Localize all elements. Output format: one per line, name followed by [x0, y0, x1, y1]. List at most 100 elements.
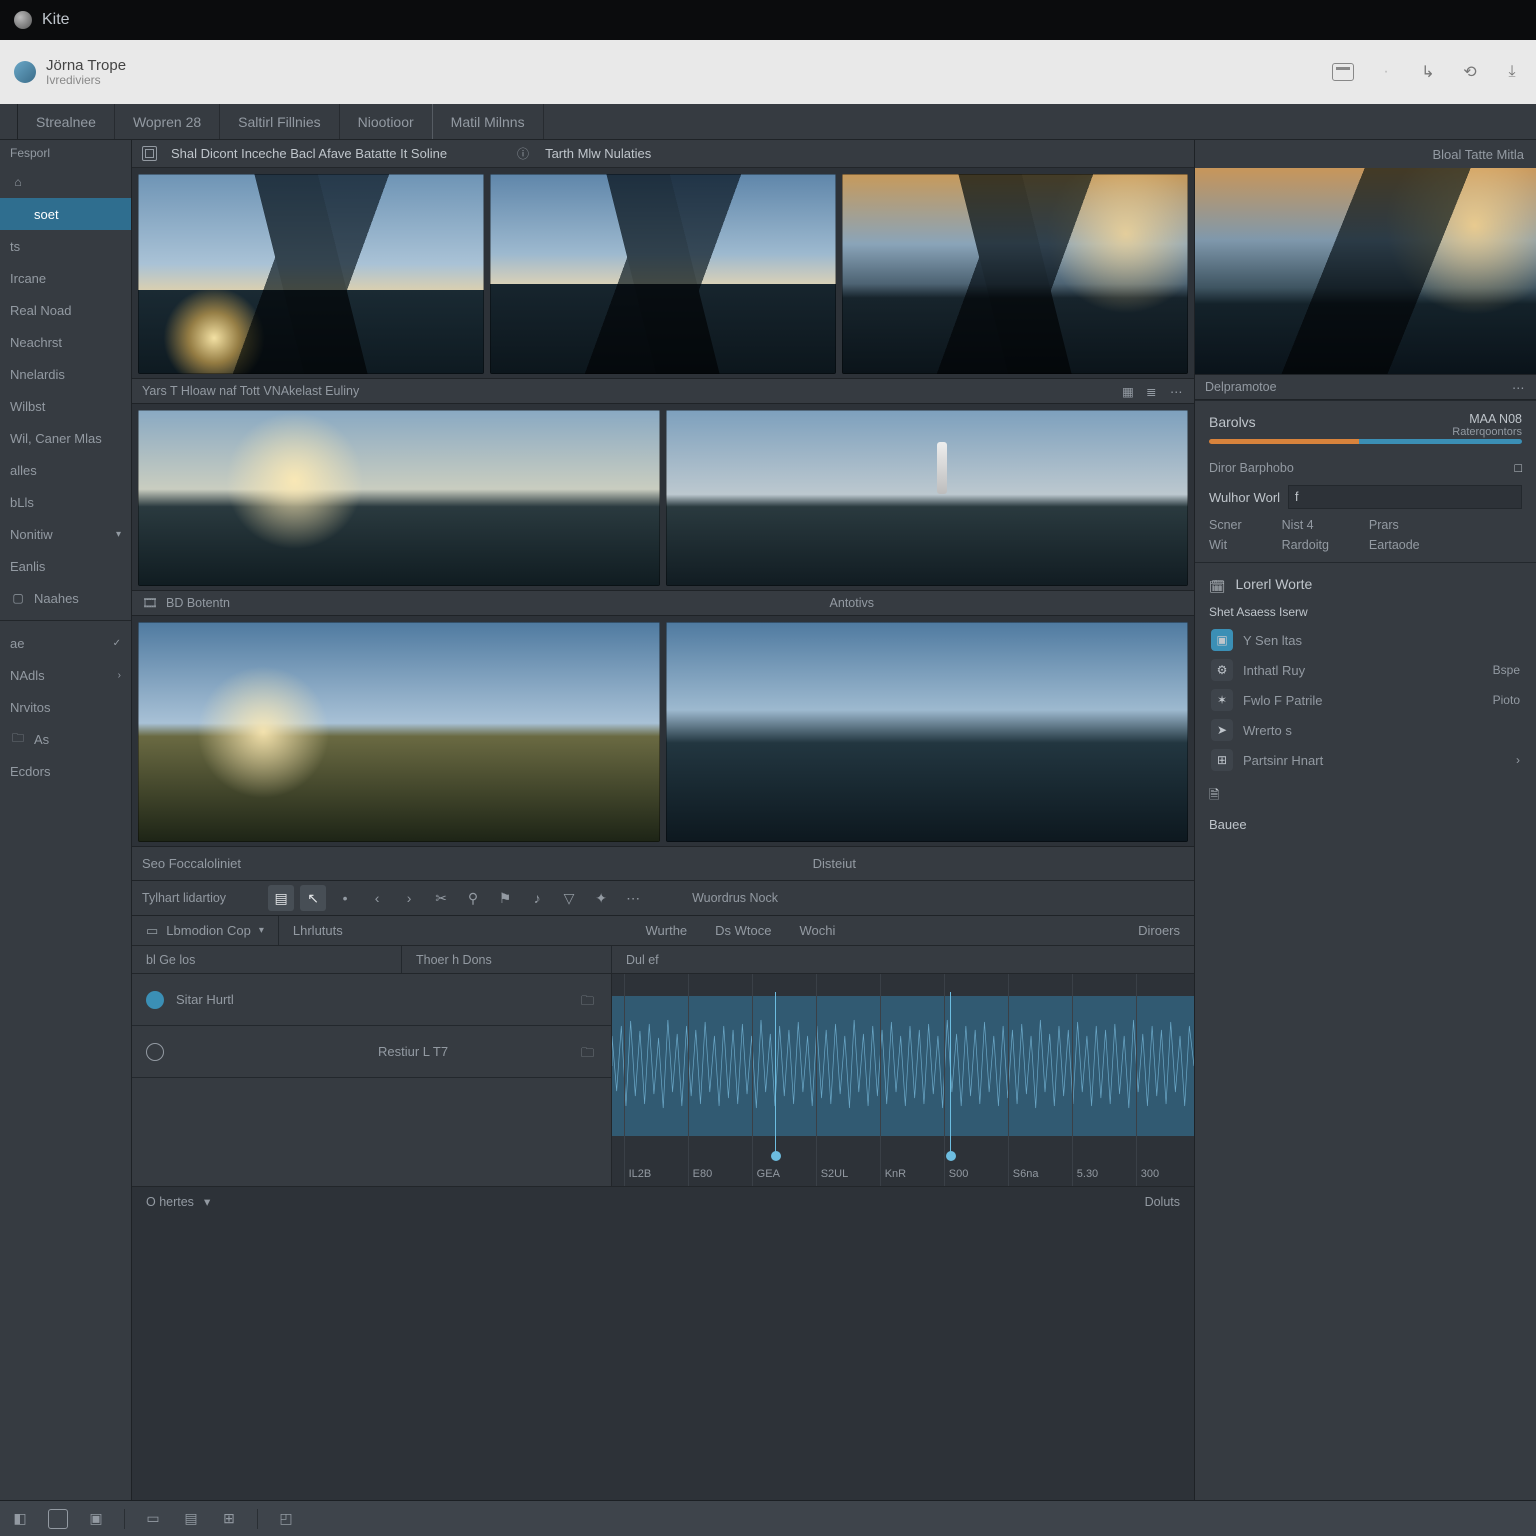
tool-cursor-icon[interactable]: ↖: [300, 885, 326, 911]
taskbar-app-icon[interactable]: ⊞: [219, 1509, 239, 1529]
menu-item[interactable]: Strealnee: [18, 104, 115, 139]
sidebar-item-label: Nnelardis: [10, 367, 65, 382]
sidebar-item-label: Naahes: [34, 591, 79, 606]
list-item[interactable]: ▣Y Sen ltas: [1209, 625, 1522, 655]
track-dot-icon: [146, 991, 164, 1009]
footer-label: O hertes: [146, 1195, 194, 1209]
menu-item[interactable]: Matil Milnns: [433, 104, 544, 139]
more-icon[interactable]: ⋯: [1512, 380, 1526, 394]
top-menu: Strealnee Wopren 28 Saltirl Fillnies Nio…: [0, 104, 1536, 140]
window-layout-icon[interactable]: [1332, 63, 1354, 81]
tool-fwd-icon[interactable]: ›: [396, 885, 422, 911]
sidebar-item[interactable]: Eanlis: [0, 550, 131, 582]
sidebar-item[interactable]: alles: [0, 454, 131, 486]
forward-icon[interactable]: ↳: [1418, 62, 1438, 82]
tool-marker-icon[interactable]: ⚑: [492, 885, 518, 911]
menu-item[interactable]: Niootioor: [340, 104, 433, 139]
tool-mic-icon[interactable]: •: [332, 885, 358, 911]
more-icon[interactable]: ⋯: [1170, 384, 1184, 398]
thumbnail[interactable]: [842, 174, 1188, 374]
track-row[interactable]: Sitar Hurtl 🗀: [132, 974, 611, 1026]
panel-tab[interactable]: Tarth Mlw Nulaties: [545, 146, 651, 161]
sidebar-item[interactable]: bLls: [0, 486, 131, 518]
reload-icon[interactable]: ⟲: [1460, 62, 1480, 82]
chevron-down-icon[interactable]: ▾: [204, 1194, 210, 1209]
tool-layers-icon[interactable]: ▤: [268, 885, 294, 911]
tick-label: E80: [693, 1168, 713, 1180]
sidebar-item[interactable]: ▢ Naahes: [0, 582, 131, 614]
timeline-body: Sitar Hurtl 🗀 Restiur L T7 🗀: [132, 974, 1194, 1186]
main-row: Fesporl ⌂ soet ts Ircane Real Noad Neach…: [0, 140, 1536, 1500]
tick-label: 5.30: [1077, 1168, 1098, 1180]
thumbnail[interactable]: [666, 410, 1188, 586]
sidebar-item-label: ts: [10, 239, 20, 254]
list-item[interactable]: ➤Wrerto s: [1209, 715, 1522, 745]
sidebar-item[interactable]: Wil, Caner Mlas: [0, 422, 131, 454]
sidebar-item[interactable]: Real Noad: [0, 294, 131, 326]
sidebar-item[interactable]: Nrvitos: [0, 691, 131, 723]
chevron-down-icon: ▾: [116, 529, 121, 540]
panel-header-1: Shal Dicont Inceche Bacl Afave Batatte I…: [132, 140, 1194, 168]
sidebar-item[interactable]: Ecdors: [0, 755, 131, 787]
sidebar-item-home[interactable]: ⌂: [0, 166, 131, 198]
list-item[interactable]: ⊞Partsinr Hnart›: [1209, 745, 1522, 775]
menu-item[interactable]: Wopren 28: [115, 104, 220, 139]
thumbnail[interactable]: [666, 622, 1188, 842]
timeline-tab[interactable]: Lhrlututs: [279, 916, 357, 945]
taskbar-app-icon[interactable]: ▤: [181, 1509, 201, 1529]
sidebar-item[interactable]: Nonitiw▾: [0, 518, 131, 550]
info-icon[interactable]: ⓘ: [515, 146, 531, 162]
tool-wand-icon[interactable]: ✦: [588, 885, 614, 911]
tool-audio-icon[interactable]: ♪: [524, 885, 550, 911]
sidebar-item[interactable]: Ircane: [0, 262, 131, 294]
sidebar-item[interactable]: ts: [0, 230, 131, 262]
inspector-list: ▣Y Sen ltas ⚙Inthatl RuyBspe ✶Fwlo F Pat…: [1209, 625, 1522, 775]
timeline-tab[interactable]: ▭Lbmodion Cop▾: [132, 916, 279, 945]
folder-icon[interactable]: 🗀: [581, 1044, 597, 1060]
taskbar-home-icon[interactable]: ◧: [10, 1509, 30, 1529]
footer-label-left: Seo Foccaloliniet: [142, 856, 241, 871]
folder-icon[interactable]: 🗀: [581, 992, 597, 1008]
thumbnail-row-3: [132, 616, 1194, 846]
sidebar-item-label: alles: [10, 463, 37, 478]
thumbnail[interactable]: [138, 410, 660, 586]
sidebar-item[interactable]: ae✓: [0, 627, 131, 659]
list-item[interactable]: ✶Fwlo F PatrilePioto: [1209, 685, 1522, 715]
list-item[interactable]: ⚙Inthatl RuyBspe: [1209, 655, 1522, 685]
menu-item[interactable]: Saltirl Fillnies: [220, 104, 339, 139]
track-row[interactable]: Restiur L T7 🗀: [132, 1026, 611, 1078]
tool-back-icon[interactable]: ‹: [364, 885, 390, 911]
sidebar-item[interactable]: Wilbst: [0, 390, 131, 422]
marker-dot-icon: [946, 1151, 956, 1161]
thumbnail[interactable]: [138, 622, 660, 842]
tool-filter-icon[interactable]: ▽: [556, 885, 582, 911]
preview-image[interactable]: [1195, 168, 1536, 374]
grid-icon[interactable]: ▦: [1122, 384, 1136, 398]
taskbar-app-icon[interactable]: [48, 1509, 68, 1529]
tool-pin-icon[interactable]: ⚲: [460, 885, 486, 911]
sidebar-item-active[interactable]: soet: [0, 198, 131, 230]
titlebar-spacer: [1508, 13, 1522, 27]
playhead-marker[interactable]: [775, 992, 776, 1156]
list-icon[interactable]: ≣: [1146, 384, 1160, 398]
sidebar-item[interactable]: Nnelardis: [0, 358, 131, 390]
sidebar-item-label: Wilbst: [10, 399, 45, 414]
box-icon: ▢: [10, 590, 26, 606]
playhead-marker[interactable]: [950, 992, 951, 1156]
taskbar-app-icon[interactable]: ▣: [86, 1509, 106, 1529]
sidebar-item-label: soet: [34, 207, 59, 222]
tool-cut-icon[interactable]: ✂: [428, 885, 454, 911]
tool-more-icon[interactable]: ⋯: [620, 885, 646, 911]
timeline-tab-label: Lhrlututs: [293, 923, 343, 938]
sidebar-item[interactable]: 🗀As: [0, 723, 131, 755]
timeline-canvas[interactable]: IL2B E80 GEA S2UL KnR S00 S6na 5.30 300: [612, 974, 1194, 1186]
sidebar-item[interactable]: Neachrst: [0, 326, 131, 358]
taskbar-app-icon[interactable]: ▭: [143, 1509, 163, 1529]
taskbar-app-icon[interactable]: ◰: [276, 1509, 296, 1529]
download-icon[interactable]: ⤓: [1502, 62, 1522, 82]
sidebar-item[interactable]: NAdls›: [0, 659, 131, 691]
thumbnail[interactable]: [138, 174, 484, 374]
thumbnail[interactable]: [490, 174, 836, 374]
field-input[interactable]: [1288, 485, 1522, 509]
sidebar-item-label: Neachrst: [10, 335, 62, 350]
